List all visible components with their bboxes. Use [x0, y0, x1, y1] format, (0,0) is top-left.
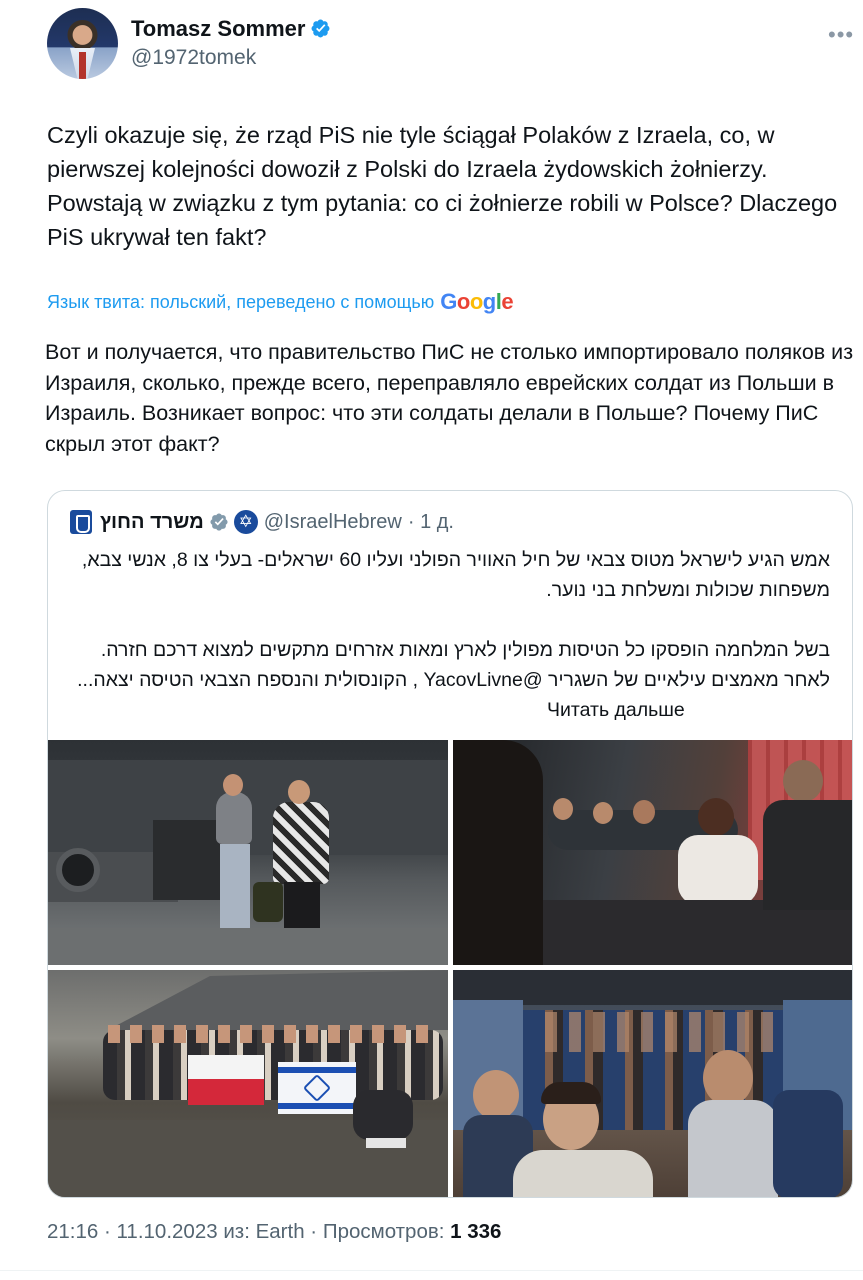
avatar[interactable] [47, 8, 118, 79]
quoted-time: · 1 д. [407, 510, 454, 533]
translation-info: Язык твита: польский, переведено с помощ… [47, 289, 514, 315]
translation-label[interactable]: Язык твита: польский, переведено с помощ… [47, 292, 434, 313]
tweet-header: Tomasz Sommer @1972tomek ••• [0, 0, 863, 100]
more-options-icon[interactable]: ••• [828, 22, 854, 48]
quoted-tweet-header: משרד החוץ ✡ @IsraelHebrew · 1 д. [70, 509, 454, 535]
verified-badge-icon [311, 19, 330, 38]
author-handle[interactable]: @1972tomek [131, 46, 256, 70]
tweet-time[interactable]: 21:16 [47, 1220, 98, 1243]
read-more-link[interactable]: Читать дальше [547, 699, 685, 722]
tweet-date[interactable]: 11.10.2023 [117, 1220, 218, 1243]
quoted-paragraph-1: אמש הגיע לישראל מטוס צבאי של חיל האוויר … [81, 549, 830, 601]
photo-plane-cabin[interactable] [453, 740, 852, 965]
views-label: Просмотров: [322, 1220, 445, 1243]
quoted-tweet[interactable]: משרד החוץ ✡ @IsraelHebrew · 1 д. אמש הגי… [47, 490, 853, 1198]
photo-plane-arrival[interactable] [48, 740, 448, 965]
separator: · [310, 1220, 323, 1243]
quoted-paragraph-2: בשל המלחמה הופסקו כל הטיסות מפולין לארץ … [77, 639, 830, 691]
quoted-author-handle[interactable]: @IsraelHebrew [264, 511, 402, 534]
ministry-emblem-icon [70, 510, 92, 534]
tweet-text: Czyli okazuje się, że rząd PiS nie tyle … [47, 122, 838, 250]
source-prefix: из: [223, 1220, 250, 1243]
separator: · [104, 1220, 117, 1243]
author-name[interactable]: Tomasz Sommer [131, 16, 305, 42]
google-logo: Google [440, 289, 514, 314]
divider [0, 1270, 863, 1271]
affiliate-badge-icon: ✡ [233, 510, 258, 534]
views-count[interactable]: 1 336 [450, 1220, 501, 1243]
tweet-footer: 21:16 · 11.10.2023 из: Earth · Просмотро… [47, 1220, 501, 1244]
photo-group-flags[interactable] [48, 970, 448, 1197]
quoted-tweet-text: אמש הגיע לישראל מטוס צבאי של חיל האוויר … [60, 545, 830, 695]
translated-text: Вот и получается, что правительство ПиС … [45, 340, 854, 456]
tweet-source: Earth [255, 1220, 305, 1243]
photo-bus-passengers[interactable] [453, 970, 852, 1197]
photo-grid [48, 740, 852, 1197]
quoted-author-name[interactable]: משרד החוץ [100, 511, 204, 534]
verified-gray-badge-icon [210, 513, 228, 531]
